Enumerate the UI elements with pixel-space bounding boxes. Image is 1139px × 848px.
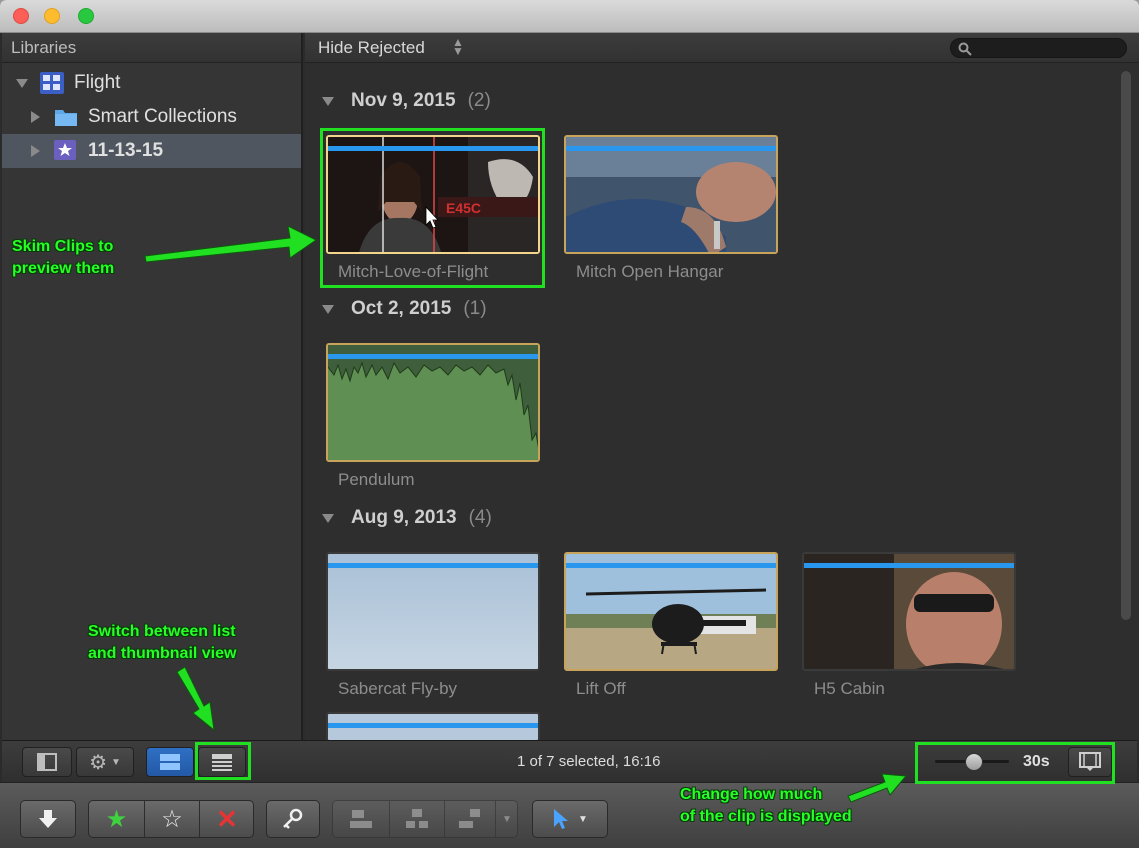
sidebar-item-event-11-13-15[interactable]: 11-13-15	[2, 134, 301, 168]
zoom-window-button[interactable]	[78, 8, 94, 24]
sidebar-header: Libraries	[2, 33, 301, 63]
disclosure-triangle-icon[interactable]	[322, 304, 334, 314]
clip-name: Sabercat Fly-by	[338, 679, 458, 698]
library-icon	[40, 72, 64, 94]
annotation-line: Switch between list	[88, 623, 236, 640]
annotation-line: and thumbnail view	[88, 645, 237, 662]
clip-name: H5 Cabin	[814, 679, 885, 698]
action-menu-button[interactable]: ⚙ ▼	[76, 747, 134, 777]
date-group-header[interactable]: Aug 9, 2013 (4)	[322, 507, 492, 529]
disclosure-triangle-icon[interactable]	[31, 145, 40, 157]
gear-icon: ⚙	[89, 751, 108, 774]
annotation-skim-clips: Skim Clips to preview them	[12, 236, 114, 280]
outline-star-icon: ☆	[161, 805, 183, 833]
search-icon	[958, 42, 972, 56]
chevron-down-icon: ▼	[502, 813, 512, 825]
group-date: Nov 9, 2015	[351, 90, 456, 111]
x-mark-icon: ✕	[216, 803, 238, 834]
disclosure-triangle-icon[interactable]	[322, 96, 334, 106]
favorite-button[interactable]: ★	[89, 801, 144, 837]
close-window-button[interactable]	[13, 8, 29, 24]
clip-name: Pendulum	[338, 470, 415, 489]
folder-icon	[54, 106, 78, 128]
selection-status: 1 of 7 selected, 16:16	[517, 753, 661, 770]
annotation-line: Skim Clips to	[12, 238, 114, 255]
group-date: Oct 2, 2015	[351, 298, 452, 319]
filmstrip-view-button[interactable]	[146, 747, 194, 777]
arrow-pointer-icon	[554, 809, 569, 829]
show-hide-sidebar-button[interactable]	[22, 747, 72, 777]
group-count: (2)	[467, 90, 491, 111]
clip-filter-popup[interactable]: Hide Rejected	[318, 38, 425, 58]
clip-thumbnail-audio[interactable]	[326, 343, 540, 462]
sidebar-item-flight-library[interactable]: Flight	[2, 66, 301, 100]
insert-clip-icon	[406, 809, 428, 828]
clip-name: Lift Off	[576, 679, 626, 698]
date-group-header[interactable]: Nov 9, 2015 (2)	[322, 90, 491, 112]
title-bar	[0, 0, 1139, 33]
annotation-box-skim	[320, 128, 545, 288]
clip-thumbnail[interactable]	[564, 135, 778, 254]
annotation-clip-display: Change how much of the clip is displayed	[680, 784, 852, 828]
date-group-header[interactable]: Oct 2, 2015 (1)	[322, 298, 487, 320]
annotation-box-view-switch	[195, 742, 251, 780]
key-icon	[283, 808, 303, 829]
import-button[interactable]	[20, 800, 76, 838]
skim-range-bar	[328, 563, 538, 568]
group-count: (1)	[463, 298, 487, 319]
annotation-box-clip-size	[915, 742, 1115, 784]
disclosure-triangle-icon[interactable]	[16, 78, 28, 88]
annotation-switch-view: Switch between list and thumbnail view	[88, 621, 236, 665]
group-date: Aug 9, 2013	[351, 507, 457, 528]
minimize-window-button[interactable]	[44, 8, 60, 24]
rating-button-group: ★ ☆ ✕	[88, 800, 254, 838]
skim-range-bar	[566, 563, 776, 568]
disclosure-triangle-icon[interactable]	[322, 513, 334, 523]
main-toolbar: ★ ☆ ✕ ▼ ▼	[0, 782, 1139, 848]
skim-range-bar	[566, 146, 776, 151]
chevron-down-icon: ▼	[111, 756, 121, 768]
event-star-icon	[54, 140, 78, 162]
append-clip-button[interactable]	[445, 801, 495, 837]
fcp-window: Libraries Flight Smart Collections 11-13…	[0, 0, 1139, 848]
clip-thumbnail[interactable]	[326, 552, 540, 671]
group-count: (4)	[468, 507, 492, 528]
filmstrip-view-icon	[160, 754, 180, 770]
sidebar-item-smart-collections[interactable]: Smart Collections	[2, 100, 301, 134]
clip-thumbnail[interactable]	[564, 552, 778, 671]
popup-arrows-icon: ▲ ▼	[452, 35, 464, 58]
disclosure-triangle-icon[interactable]	[31, 111, 40, 123]
search-input[interactable]	[950, 38, 1127, 58]
browser-header: Hide Rejected ▲ ▼	[305, 33, 1139, 63]
sidebar-toggle-icon	[37, 753, 57, 771]
clip-thumbnail[interactable]	[326, 712, 540, 742]
chevron-down-icon: ▼	[578, 813, 588, 825]
annotation-line: preview them	[12, 260, 115, 277]
skim-range-bar	[328, 354, 538, 359]
clip-name: Mitch Open Hangar	[576, 262, 724, 281]
download-arrow-icon	[39, 810, 57, 828]
browser-scrollbar[interactable]	[1121, 71, 1131, 620]
skim-range-bar	[328, 723, 538, 728]
sidebar-item-label: 11-13-15	[88, 140, 164, 161]
connect-clip-button[interactable]	[333, 801, 389, 837]
unrate-button[interactable]: ☆	[145, 801, 199, 837]
skim-range-bar	[804, 563, 1014, 568]
annotation-line: of the clip is displayed	[680, 808, 852, 825]
connect-clip-icon	[350, 810, 372, 828]
sidebar-item-label: Smart Collections	[88, 106, 237, 127]
sidebar-item-label: Flight	[74, 72, 121, 93]
edit-options-menu[interactable]: ▼	[496, 801, 518, 837]
insert-clip-button[interactable]	[390, 801, 444, 837]
keyword-editor-button[interactable]	[266, 800, 320, 838]
filled-star-icon: ★	[105, 805, 128, 833]
edit-buttons-group: ▼	[332, 800, 518, 838]
tool-menu-button[interactable]: ▼	[532, 800, 608, 838]
reject-button[interactable]: ✕	[200, 801, 254, 837]
annotation-line: Change how much	[680, 786, 823, 803]
append-clip-icon	[459, 809, 480, 828]
clip-thumbnail[interactable]	[802, 552, 1016, 671]
